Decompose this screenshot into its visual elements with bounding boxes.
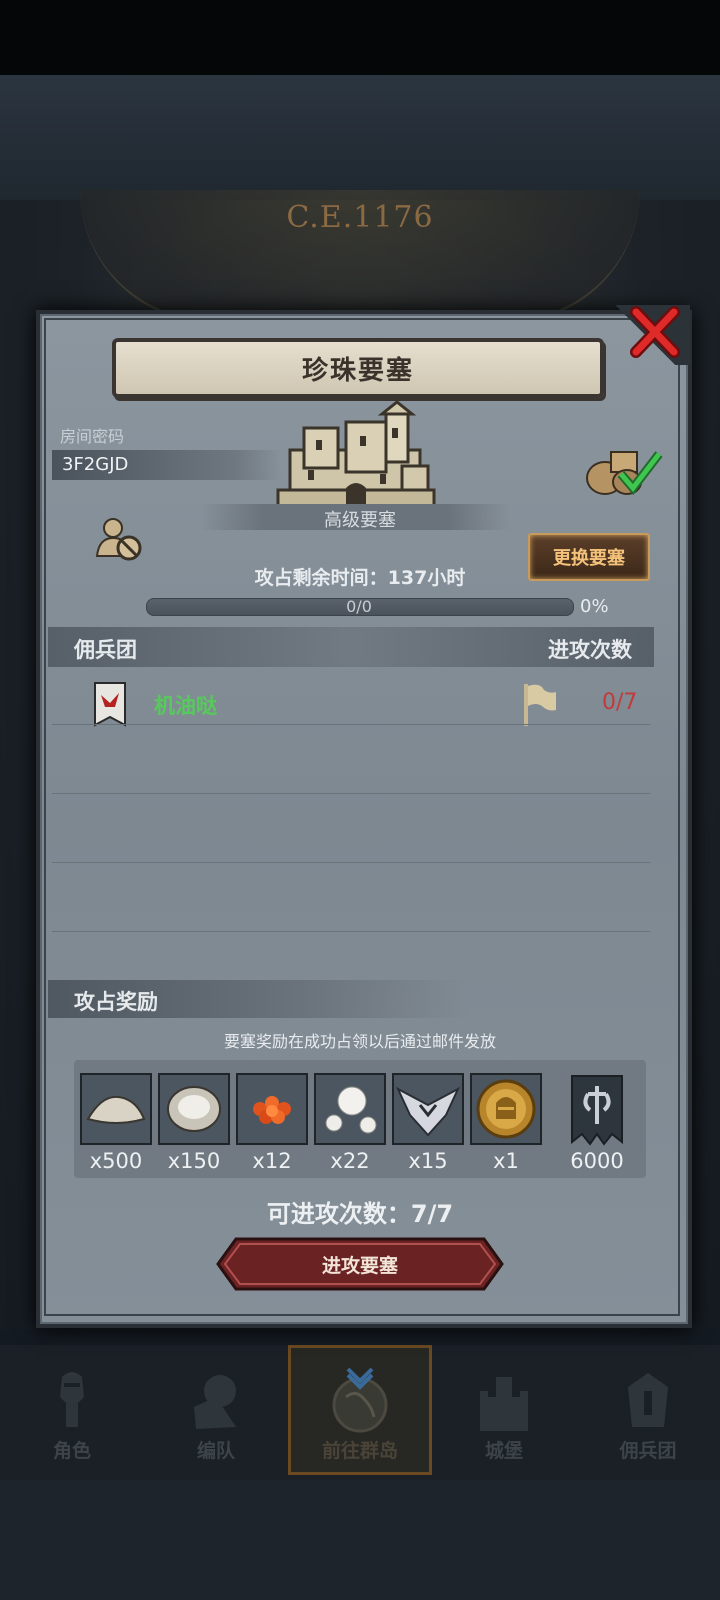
reward-slot-roe[interactable] <box>236 1073 308 1145</box>
nav-item-mercenary[interactable]: 佣兵团 <box>576 1345 720 1475</box>
reward-slot-oyster[interactable] <box>158 1073 230 1145</box>
nav-label: 城堡 <box>484 1440 523 1462</box>
nav-label: 佣兵团 <box>619 1440 677 1462</box>
capture-progress-text: 0/0 <box>346 597 372 616</box>
reward-note: 要塞奖励在成功占领以后通过邮件发放 <box>223 1032 496 1051</box>
flag-icon <box>524 684 556 726</box>
supply-sacks-check-icon[interactable] <box>583 446 663 496</box>
reward-slot-pearl[interactable] <box>314 1073 386 1145</box>
reward-header: 攻占奖励 <box>74 990 158 1014</box>
user-blocked-icon[interactable] <box>95 516 145 562</box>
reward-qty: x150 <box>167 1149 221 1173</box>
era-label: C.E.1176 <box>286 200 434 235</box>
row-divider <box>52 931 650 932</box>
capture-progress-percent: 0% <box>580 596 609 617</box>
dialog-title: 珍珠要塞 <box>301 355 414 386</box>
mercenary-banner-icon <box>94 682 126 727</box>
reward-qty: x22 <box>330 1149 370 1173</box>
row-divider <box>52 724 650 725</box>
formation-icon <box>194 1375 236 1429</box>
reward-slot-emblem[interactable] <box>392 1073 464 1145</box>
nav-item-islands[interactable]: 前往群岛 <box>288 1345 432 1475</box>
reward-qty: 6000 <box>570 1149 624 1173</box>
reward-qty: x1 <box>493 1149 519 1173</box>
available-attacks: 可进攻次数：7/7 <box>266 1200 454 1228</box>
globe-icon <box>332 1367 388 1433</box>
nav-item-castle[interactable]: 城堡 <box>432 1345 576 1475</box>
mercenary-name[interactable]: 机油哒 <box>154 690 217 720</box>
row-divider <box>52 793 650 794</box>
roe-icon <box>253 1096 291 1124</box>
nav-label: 编队 <box>196 1440 235 1462</box>
nav-label: 角色 <box>52 1440 91 1462</box>
bottom-band <box>0 1480 720 1600</box>
reward-qty: x12 <box>252 1149 292 1173</box>
reward-qty: x15 <box>408 1149 448 1173</box>
time-remaining: 攻占剩余时间：137小时 <box>254 567 466 589</box>
guild-banner-icon <box>571 1075 623 1146</box>
emblem-icon <box>395 1086 461 1137</box>
room-code-value: 3F2GJD <box>62 454 129 475</box>
attack-count-column-label: 进攻次数 <box>548 638 632 662</box>
oyster-icon <box>167 1086 221 1132</box>
salt-icon <box>86 1095 146 1124</box>
room-code-label: 房间密码 <box>60 427 125 446</box>
mercenary-column-label: 佣兵团 <box>74 638 137 662</box>
reward-slot-salt[interactable] <box>80 1073 152 1145</box>
castle-icon <box>480 1377 528 1431</box>
close-button[interactable] <box>622 304 686 360</box>
fortress-castle-icon <box>276 400 436 512</box>
helmet-coin-icon <box>476 1079 536 1139</box>
reward-slot-guild-banner[interactable] <box>566 1072 628 1148</box>
pearl-icon <box>325 1086 377 1134</box>
attack-fortress-label: 进攻要塞 <box>321 1255 398 1277</box>
close-icon <box>630 306 680 358</box>
reward-qty: x500 <box>89 1149 143 1173</box>
title-banner: 珍珠要塞 <box>112 338 604 398</box>
header-band <box>0 75 720 200</box>
nav-item-formation[interactable]: 编队 <box>144 1345 288 1475</box>
nav-item-character[interactable]: 角色 <box>0 1345 144 1475</box>
mercenary-icon <box>628 1373 668 1427</box>
nav-label: 前往群岛 <box>321 1440 398 1462</box>
row-divider <box>52 862 650 863</box>
status-bar-area <box>0 0 720 75</box>
reward-slot-helmet-coin[interactable] <box>470 1073 542 1145</box>
knight-icon <box>60 1372 84 1427</box>
mercenary-attacks: 0/7 <box>602 690 638 715</box>
